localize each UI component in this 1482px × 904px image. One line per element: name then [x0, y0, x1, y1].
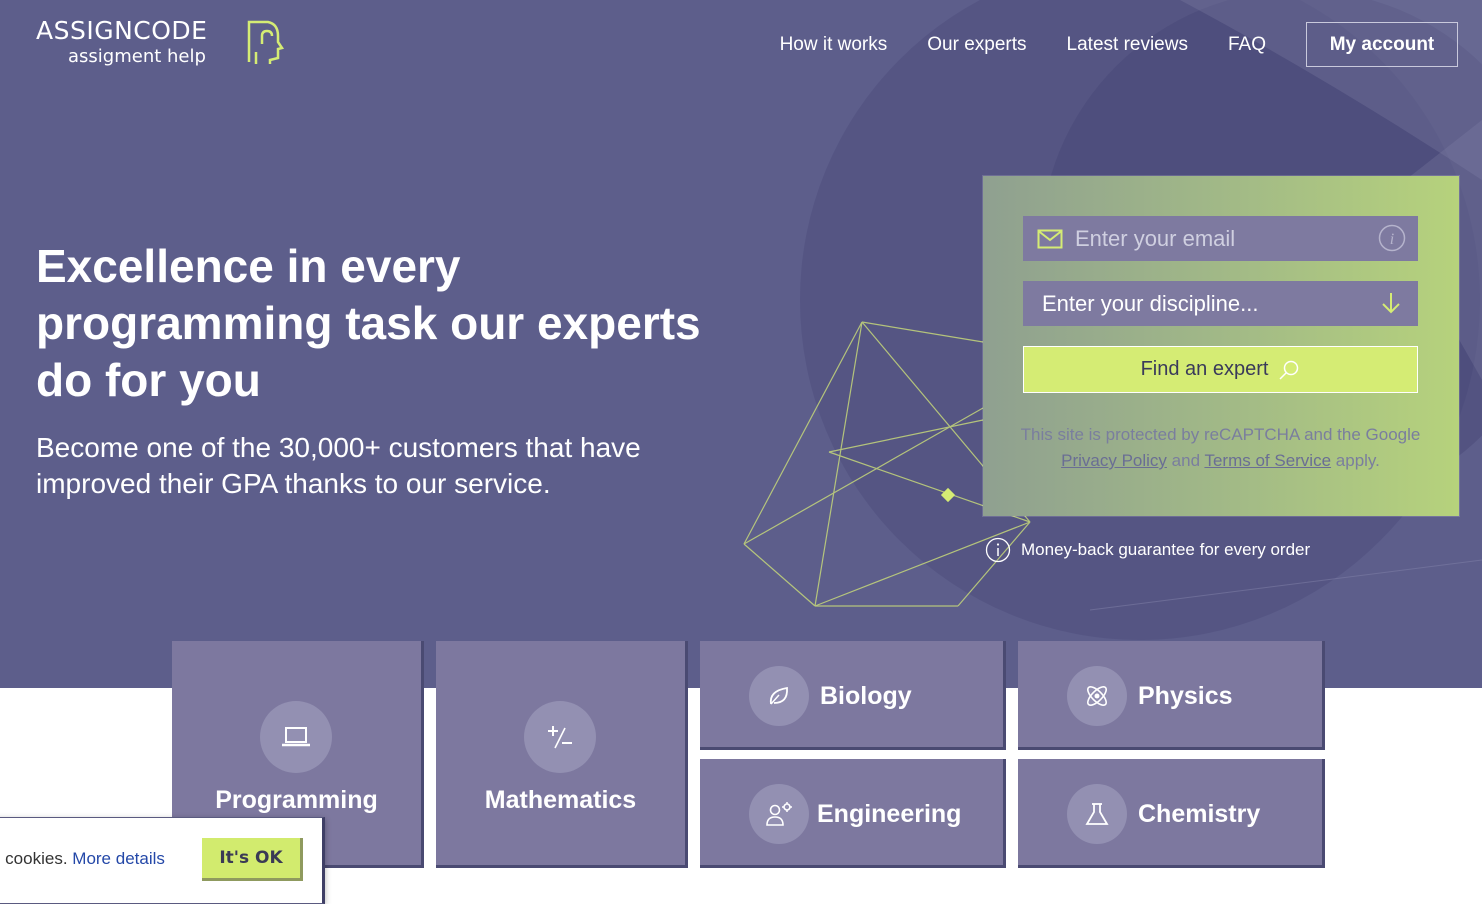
discipline-placeholder: Enter your discipline...	[1042, 290, 1259, 316]
nav-faq[interactable]: FAQ	[1228, 34, 1266, 56]
privacy-policy-link[interactable]: Privacy Policy	[1061, 451, 1167, 470]
site-logo[interactable]: ASSIGNCODE assigment help	[36, 16, 285, 68]
nav-how-it-works[interactable]: How it works	[780, 34, 888, 56]
subject-label: Programming	[215, 786, 378, 814]
money-back-guarantee: Money-back guarantee for every order	[985, 537, 1310, 563]
flask-icon	[1067, 784, 1127, 844]
subject-label: Mathematics	[484, 786, 637, 814]
cookie-accept-button[interactable]: It's OK	[202, 838, 303, 881]
subject-tile-mathematics[interactable]: Mathematics	[436, 641, 688, 868]
subject-tile-engineering[interactable]: Engineering	[700, 759, 1006, 868]
email-placeholder: Enter your email	[1075, 225, 1236, 251]
logo-name: ASSIGNCODE	[36, 16, 208, 45]
mail-icon	[1037, 229, 1063, 249]
find-expert-label: Find an expert	[1140, 358, 1269, 380]
nav-latest-reviews[interactable]: Latest reviews	[1067, 34, 1188, 56]
search-icon	[1278, 359, 1300, 381]
subject-tile-biology[interactable]: Biology	[700, 641, 1006, 750]
logo-head-icon	[247, 20, 285, 64]
engineer-icon	[749, 784, 809, 844]
terms-of-service-link[interactable]: Terms of Service	[1204, 451, 1331, 470]
hero-headline: Excellence in every programming task our…	[36, 240, 701, 406]
hero-section: ASSIGNCODE assigment help How it works O…	[0, 0, 1482, 688]
svg-text:i: i	[1390, 231, 1394, 248]
recaptcha-notice: This site is protected by reCAPTCHA and …	[1013, 422, 1428, 474]
recaptcha-prefix: This site is protected by reCAPTCHA and …	[1020, 425, 1421, 444]
cookie-more-details-link[interactable]: More details	[72, 849, 165, 868]
subject-label: Engineering	[817, 800, 962, 828]
nav-our-experts[interactable]: Our experts	[927, 34, 1026, 56]
plus-minus-icon	[524, 701, 596, 773]
subject-tile-physics[interactable]: Physics	[1018, 641, 1325, 750]
find-expert-button[interactable]: Find an expert	[1023, 346, 1418, 393]
subject-tile-chemistry[interactable]: Chemistry	[1018, 759, 1325, 868]
subject-label: Physics	[1138, 682, 1233, 710]
recaptcha-and: and	[1171, 451, 1201, 470]
my-account-button[interactable]: My account	[1306, 22, 1458, 67]
subject-label: Biology	[820, 682, 912, 710]
cookie-banner: e cookies. More details It's OK	[0, 817, 325, 904]
email-field[interactable]: Enter your email i	[1023, 216, 1418, 261]
cookie-text: e cookies. More details	[0, 849, 165, 869]
logo-tagline: assigment help	[68, 46, 206, 67]
atom-icon	[1067, 666, 1127, 726]
subject-label: Chemistry	[1138, 800, 1261, 828]
discipline-select[interactable]: Enter your discipline...	[1023, 281, 1418, 326]
page: ASSIGNCODE assigment help How it works O…	[0, 0, 1482, 904]
top-nav: How it works Our experts Latest reviews …	[780, 22, 1458, 67]
info-icon[interactable]: i	[1378, 224, 1406, 258]
cookie-message: e cookies.	[0, 849, 68, 868]
expert-search-form: Enter your email i Enter your discipline…	[983, 176, 1459, 516]
guarantee-text: Money-back guarantee for every order	[1021, 540, 1311, 559]
hero-subline: Become one of the 30,000+ customers that…	[36, 432, 641, 499]
recaptcha-apply: apply.	[1335, 451, 1380, 470]
laptop-icon	[260, 701, 332, 773]
info-circle-icon	[985, 537, 1011, 563]
chevron-down-icon	[1380, 291, 1402, 321]
leaf-icon	[749, 666, 809, 726]
